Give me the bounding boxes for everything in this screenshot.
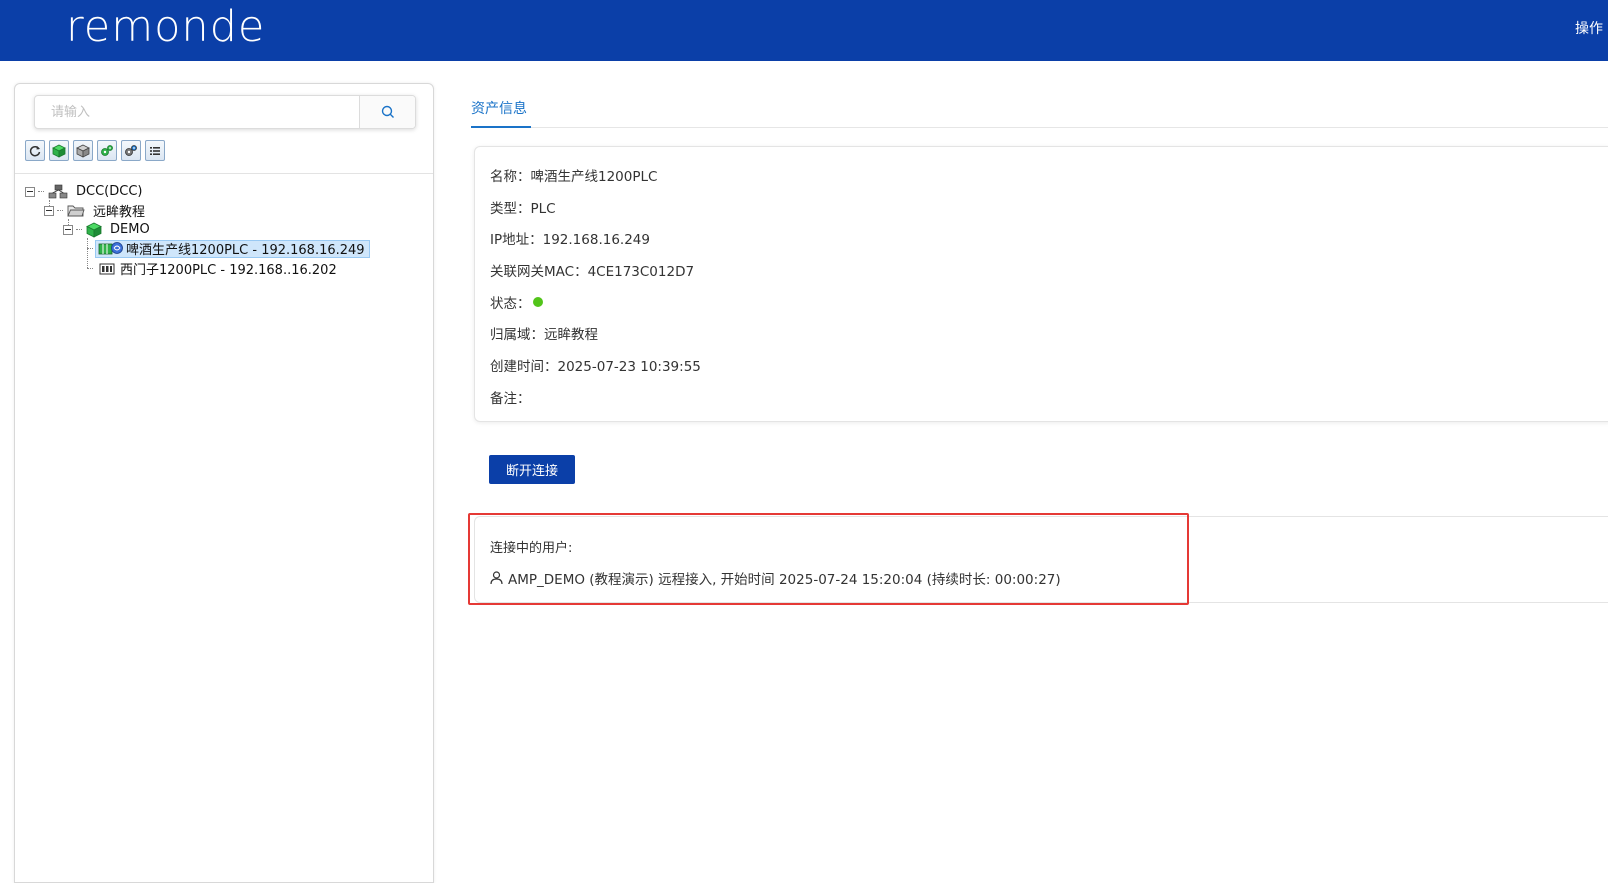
status-label: 状态： [490,296,531,312]
tab-bar-line [471,127,1608,128]
tree-node-device[interactable]: 西门子1200PLC - 192.168..16.202 [87,259,340,278]
cube-gray-icon [76,144,90,158]
collapse-toggle[interactable] [25,186,35,197]
asset-tree-panel: DCC(DCC) 远眸教程 DEMO [14,83,434,883]
tree-node-label: 远眸教程 [93,205,146,220]
info-mac: 关联网关MAC：4CE173C012D7 [490,264,695,280]
collapse-toggle[interactable] [44,205,54,216]
folder-icon [67,205,85,216]
list-icon [150,146,160,155]
panel-divider [15,173,433,174]
list-view-button[interactable] [145,140,165,161]
cube-green-icon [86,222,102,238]
plc-connected-icon [98,241,123,254]
cube-green-icon [52,144,66,158]
tree-node-label: DCC(DCC) [76,184,143,199]
tree-node-label: DEMO [110,222,150,237]
info-domain: 归属域：远眸教程 [490,327,598,343]
collapse-toggle[interactable] [63,224,73,235]
info-created: 创建时间：2025-07-23 10:39:55 [490,359,701,375]
active-tab-indicator [471,126,531,128]
tree-node-subgroup[interactable]: DEMO [63,220,153,239]
asset-info-card: 名称：啤酒生产线1200PLC 类型：PLC IP地址：192.168.16.2… [474,146,1608,422]
refresh-button[interactable] [25,140,45,161]
tab-asset-info[interactable]: 资产信息 [471,98,527,118]
info-type: 类型：PLC [490,201,556,217]
info-remark: 备注： [490,391,531,407]
info-name: 名称：啤酒生产线1200PLC [490,169,658,185]
top-bar: remonde 操作 [0,0,1608,61]
tree-toolbar [25,140,165,164]
tree-node-device-selected[interactable]: 啤酒生产线1200PLC - 192.168.16.249 [87,239,370,258]
status-online-indicator [532,297,543,307]
gears-gray-icon [125,144,137,156]
add-group-button[interactable] [73,140,93,161]
info-status: 状态： [490,292,543,312]
search-input[interactable] [35,96,359,128]
add-device-button[interactable] [97,140,117,161]
network-icon [48,184,68,198]
info-ip: IP地址：192.168.16.249 [490,232,650,248]
device-settings-button[interactable] [121,140,141,161]
annotation-highlight-box [468,513,1189,605]
search-box [34,95,416,129]
tree-node-root[interactable]: DCC(DCC) [25,182,145,201]
search-button[interactable] [359,96,415,128]
tree-node-group[interactable]: 远眸教程 [44,201,148,220]
refresh-icon [29,145,41,156]
add-domain-button[interactable] [49,140,69,161]
disconnect-button[interactable]: 断开连接 [489,455,575,484]
tree-node-label: 啤酒生产线1200PLC - 192.168.16.249 [126,243,365,258]
logo: remonde [66,2,266,52]
search-icon [381,105,394,118]
tree-node-label: 西门子1200PLC - 192.168..16.202 [120,263,337,278]
gears-green-icon [101,144,113,156]
operations-menu[interactable]: 操作 [1575,18,1603,38]
plc-icon [99,263,115,274]
